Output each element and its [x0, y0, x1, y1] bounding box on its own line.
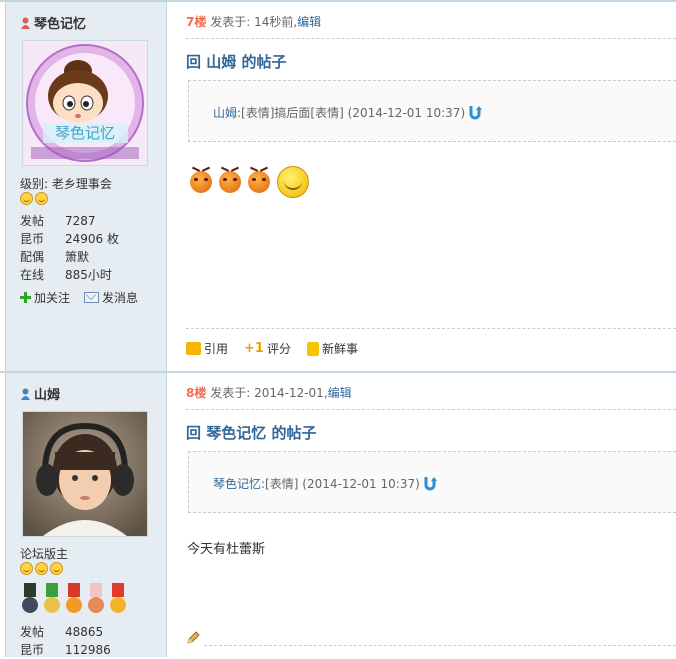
floor-number[interactable]: 7楼 — [186, 15, 206, 29]
stat-online: 在线 885小时 — [20, 268, 112, 282]
post-toolbar: 引用 +1 评分 新鲜事 — [186, 340, 358, 357]
rank-smile-icon — [20, 562, 33, 575]
medal-icon — [86, 583, 106, 617]
pencil-icon[interactable] — [186, 631, 200, 645]
post-content: 今天有杜蕾斯 — [187, 542, 266, 557]
male-user-icon — [21, 388, 30, 400]
user-stats: 发帖 48865 昆币 112986 — [20, 623, 111, 659]
news-button[interactable]: 新鲜事 — [306, 340, 358, 357]
medal-icon — [108, 583, 128, 617]
female-user-icon — [21, 17, 30, 29]
avatar-image: 琴色记忆 — [23, 41, 147, 165]
quote-icon — [186, 342, 201, 355]
rate-button[interactable]: +1 评分 — [244, 340, 291, 357]
post-time: 2014-12-01 — [254, 386, 324, 400]
user-rank: 论坛版主 — [20, 547, 69, 561]
medal-icon — [64, 583, 84, 617]
jump-to-post-icon[interactable] — [423, 476, 437, 491]
angry-face-icon — [189, 166, 213, 193]
quote-author-link[interactable]: 琴色记忆 — [213, 477, 261, 491]
user-stats: 发帖 7287 昆币 24906 枚 配偶 箫默 在线 885小时 — [20, 212, 119, 284]
medals — [20, 583, 128, 617]
quote-block: 山姆:[表情]搞后面[表情] (2014-12-01 10:37) — [188, 80, 676, 142]
edit-link[interactable]: 编辑 — [328, 386, 352, 400]
message-button[interactable]: 发消息 — [84, 289, 138, 306]
follow-button[interactable]: 加关注 — [20, 289, 70, 306]
user-sidebar: 山姆 论坛版主 发帖 48865 昆币 112986 — [5, 373, 167, 657]
post-body: 7楼 发表于: 14秒前,编辑 回 山姆 的帖子 山姆:[表情]搞后面[表情] … — [166, 2, 676, 371]
divider — [186, 409, 676, 410]
rank-stars — [20, 192, 50, 208]
angry-face-icon — [218, 166, 242, 193]
plus-icon — [20, 292, 31, 303]
rank-stars — [20, 562, 65, 578]
rank-smile-icon — [35, 192, 48, 205]
stat-coins: 昆币 24906 枚 — [20, 232, 119, 246]
post-meta: 8楼 发表于: 2014-12-01,编辑 — [186, 386, 352, 400]
rank-smile-icon — [35, 562, 48, 575]
angry-face-icon — [247, 166, 271, 193]
floor-number[interactable]: 8楼 — [186, 386, 206, 400]
post-title: 回 琴色记忆 的帖子 — [186, 424, 317, 442]
stat-spouse: 配偶 箫默 — [20, 250, 90, 264]
edit-link[interactable]: 编辑 — [297, 15, 321, 29]
post-8: 山姆 论坛版主 发帖 48865 昆币 112986 8楼 发表于: 2014-… — [0, 371, 676, 657]
stat-coins: 昆币 112986 — [20, 643, 111, 657]
quote-block: 琴色记忆:[表情] (2014-12-01 10:37) — [188, 451, 676, 513]
avatar-signature: 琴色记忆 — [55, 124, 115, 142]
divider — [186, 328, 676, 329]
post-title: 回 山姆 的帖子 — [186, 53, 287, 71]
news-icon — [306, 341, 319, 356]
divider — [204, 645, 676, 646]
rank-smile-icon — [50, 562, 63, 575]
quote-button[interactable]: 引用 — [186, 340, 228, 357]
user-rank: 级别: 老乡理事会 — [20, 177, 112, 191]
stat-posts: 发帖 7287 — [20, 214, 96, 228]
laughing-face-icon — [277, 166, 309, 198]
username[interactable]: 琴色记忆 — [20, 13, 86, 32]
post-meta: 7楼 发表于: 14秒前,编辑 — [186, 15, 322, 29]
avatar[interactable] — [22, 411, 148, 537]
medal-icon — [20, 583, 40, 617]
rank-smile-icon — [20, 192, 33, 205]
quote-text: 琴色记忆:[表情] (2014-12-01 10:37) — [213, 475, 437, 492]
post-body: 8楼 发表于: 2014-12-01,编辑 回 琴色记忆 的帖子 琴色记忆:[表… — [166, 373, 676, 657]
quote-author-link[interactable]: 山姆 — [213, 106, 237, 120]
post-7: 琴色记忆 琴色记忆 级别: 老乡理事会 发帖 7287 昆币 24906 枚 配… — [0, 0, 676, 371]
avatar-image — [23, 412, 147, 536]
jump-to-post-icon[interactable] — [468, 105, 483, 120]
divider — [186, 38, 676, 39]
stat-posts: 发帖 48865 — [20, 625, 104, 639]
mail-icon — [84, 292, 100, 303]
user-actions: 加关注 发消息 — [20, 289, 138, 306]
username[interactable]: 山姆 — [20, 384, 60, 403]
post-content-emotes — [189, 166, 309, 198]
quote-time: (2014-12-01 10:37) — [302, 477, 420, 491]
quote-text: 山姆:[表情]搞后面[表情] (2014-12-01 10:37) — [213, 104, 483, 121]
quote-time: (2014-12-01 10:37) — [347, 106, 466, 120]
rate-plus-one-icon: +1 — [244, 341, 264, 356]
post-time: 14秒前 — [254, 15, 294, 29]
avatar[interactable]: 琴色记忆 — [22, 40, 148, 166]
medal-icon — [42, 583, 62, 617]
user-sidebar: 琴色记忆 琴色记忆 级别: 老乡理事会 发帖 7287 昆币 24906 枚 配… — [5, 2, 167, 371]
